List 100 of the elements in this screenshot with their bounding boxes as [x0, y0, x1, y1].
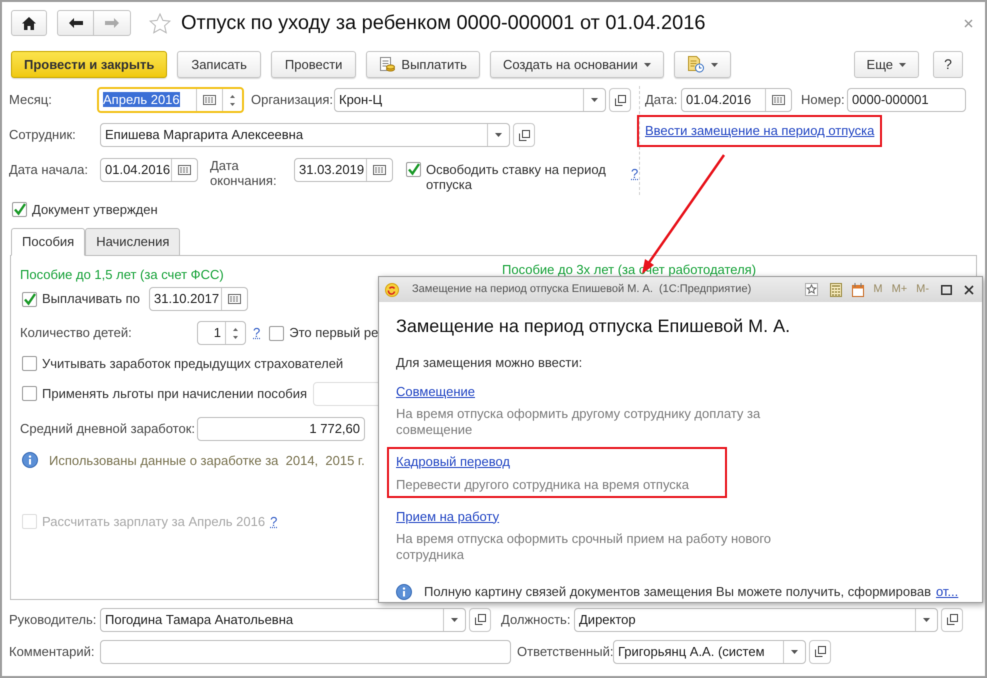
caret-icon [923, 618, 930, 622]
field-label: Организация: [251, 91, 334, 110]
checkbox[interactable] [22, 292, 37, 306]
date-field[interactable]: 01.04.2016 [681, 88, 792, 112]
checkbox[interactable] [12, 202, 27, 218]
calendar-icon [228, 294, 241, 304]
checkbox[interactable] [406, 162, 421, 177]
number-field[interactable]: 0000-000001 [847, 88, 966, 112]
option-link[interactable]: Прием на работу [396, 506, 500, 526]
dialog-heading: Замещение на период отпуска Епишевой М. А. [396, 315, 792, 338]
back-arrow-icon [68, 18, 82, 28]
calendar-icon [203, 95, 216, 105]
down-arrow-icon [233, 336, 238, 338]
manager-field[interactable]: Погодина Тамара Анатольевна [100, 608, 466, 632]
star-icon[interactable] [149, 12, 171, 34]
checkbox[interactable] [22, 386, 37, 401]
info-link[interactable]: от... [936, 582, 958, 602]
logo-icon [385, 282, 399, 296]
option-description: Перевести другого сотрудника на время отпуска [396, 476, 690, 492]
open-window-icon [474, 614, 486, 625]
caret-icon [710, 62, 718, 66]
help-link[interactable]: ? [270, 512, 278, 532]
help-link[interactable]: ? [631, 166, 638, 181]
field-label: Номер: [801, 91, 846, 110]
create-based-on-button[interactable]: Создать на основании [490, 51, 664, 78]
calendar-icon[interactable] [852, 282, 864, 296]
maximize-icon[interactable] [941, 284, 952, 294]
down-arrow-icon [230, 102, 235, 106]
open-window-icon [814, 646, 826, 657]
dialog-title: Замещение на период отпуска Епишевой М. А. (1С:Предприятие) [412, 282, 752, 298]
responsible-field[interactable]: Григорьянц А.А. (систем [613, 640, 806, 664]
up-arrow-icon [233, 328, 238, 330]
calendar-icon [373, 165, 386, 175]
start-date-field[interactable]: 01.04.2016 [100, 158, 198, 182]
info-icon [22, 452, 38, 468]
checkbox-label: Выплачивать по [42, 290, 141, 308]
replacement-link[interactable]: Ввести замещение на период отпуска [645, 121, 874, 141]
dialog-intro: Для замещения можно ввести: [396, 354, 584, 372]
pay-until-field[interactable]: 31.10.2017 [149, 287, 248, 311]
calculator-icon[interactable] [830, 282, 842, 296]
checkbox[interactable] [22, 356, 37, 372]
section-heading: Пособие до 1,5 лет (за счет ФСС) [20, 266, 225, 284]
checkbox-label: Освободить ставку на период отпуска [426, 162, 607, 192]
open-button[interactable] [609, 88, 631, 112]
open-button[interactable] [809, 640, 831, 664]
home-button[interactable] [11, 10, 47, 36]
option-link[interactable]: Совмещение [396, 382, 475, 401]
caret-icon [451, 618, 458, 622]
field-label: Дата: [645, 91, 678, 110]
reports-menu-button[interactable] [674, 51, 731, 78]
document-coins-icon [379, 56, 396, 72]
toolbar-button[interactable]: Записать [177, 51, 261, 78]
open-window-icon [614, 94, 626, 106]
caret-icon [644, 62, 651, 66]
field-label: Ответственный: [517, 642, 613, 661]
window-title: Отпуск по уходу за ребенком 0000-000001 от 01.04.2016 [181, 11, 706, 36]
more-button[interactable]: Еще [854, 51, 919, 78]
caret-icon [791, 650, 798, 654]
option-link[interactable]: Кадровый перевод [396, 452, 510, 472]
field-label: Дата начала: [9, 161, 89, 180]
info-text: Использованы данные о заработке за 2014, 2015 г. [49, 452, 365, 470]
checkbox[interactable] [269, 326, 284, 340]
toolbar-button[interactable]: Провести [270, 51, 356, 78]
post-and-close-button[interactable]: Провести и закрыть [11, 51, 168, 78]
home-icon [22, 16, 36, 30]
field-label: Месяц: [9, 91, 53, 110]
checkbox-label: Учитывать заработок предыдущих страхователей [42, 355, 344, 373]
tab[interactable]: Пособия [11, 228, 86, 256]
field-label: Количество детей: [20, 324, 133, 342]
field-label: Должность: [501, 610, 572, 629]
open-button[interactable] [513, 123, 535, 147]
organization-field[interactable]: Крон-Ц [334, 88, 606, 112]
help-link[interactable]: ? [253, 325, 260, 340]
calendar-icon [772, 95, 785, 105]
end-date-field[interactable]: 31.03.2019 [294, 158, 393, 182]
help-button[interactable]: ? [933, 51, 963, 78]
position-field[interactable]: Директор [574, 608, 938, 632]
up-arrow-icon [230, 94, 235, 98]
option-description: На время отпуска оформить другому сотруднику доплату за совмещение [396, 406, 762, 438]
field-label: Средний дневной заработок: [20, 420, 196, 438]
field-label: Комментарий: [9, 642, 96, 661]
open-button[interactable] [469, 608, 491, 632]
pay-button[interactable]: Выплатить [366, 51, 480, 78]
open-window-icon [946, 614, 958, 625]
tab[interactable]: Начисления [85, 228, 180, 256]
open-button[interactable] [941, 608, 963, 632]
close-icon[interactable] [964, 284, 974, 294]
month-field[interactable]: Апрель 2016 [97, 87, 244, 113]
calendar-icon [178, 165, 191, 175]
caret-icon [899, 62, 906, 66]
employee-field[interactable]: Епишева Маргарита Алексеевна [100, 123, 510, 147]
info-icon [396, 584, 412, 600]
star-icon[interactable] [805, 283, 818, 296]
field-label: Дата окончания: [210, 158, 278, 188]
comment-field[interactable] [100, 640, 511, 664]
option-description: На время отпуска оформить срочный прием на работу нового сотрудника [396, 531, 772, 563]
open-window-icon [518, 130, 530, 140]
forward-arrow-icon [105, 18, 119, 28]
children-count-field[interactable]: 1 [197, 321, 246, 345]
average-earnings-field[interactable]: 1 772,60 [197, 416, 365, 440]
